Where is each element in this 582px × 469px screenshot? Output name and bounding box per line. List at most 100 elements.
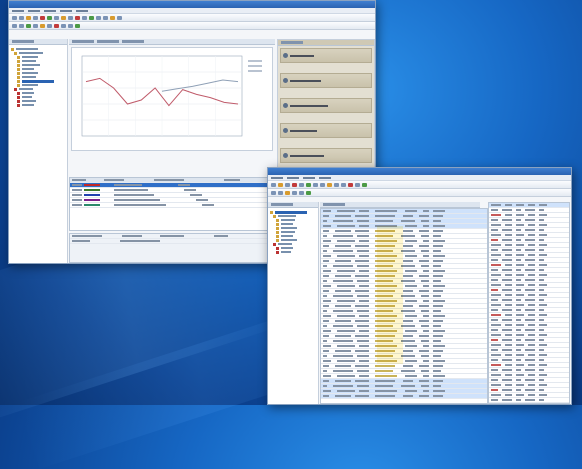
document-tab[interactable] [323, 203, 345, 206]
open-icon[interactable] [19, 15, 24, 20]
task-panel-tab[interactable] [281, 41, 303, 44]
table-cell [528, 344, 535, 346]
tool-icon[interactable] [117, 15, 122, 20]
table-cell [335, 350, 351, 352]
tool-icon[interactable] [68, 15, 73, 20]
tool-icon[interactable] [341, 182, 346, 187]
table-cell [423, 285, 429, 287]
stop-icon[interactable] [40, 15, 45, 20]
task-panel-header [278, 40, 374, 46]
table-cell [421, 325, 429, 327]
document-tabstrip [69, 39, 275, 45]
tree-tab[interactable] [271, 203, 293, 206]
menu-item[interactable] [271, 176, 283, 179]
table-cell [333, 265, 353, 267]
tool-icon[interactable] [54, 15, 59, 20]
tool-icon[interactable] [110, 15, 115, 20]
menu-item[interactable] [60, 9, 72, 12]
tool-icon[interactable] [306, 182, 311, 187]
menu-item[interactable] [319, 176, 331, 179]
tool-icon[interactable] [334, 182, 339, 187]
table-cell [423, 390, 429, 392]
tool-icon[interactable] [82, 15, 87, 20]
tool-icon[interactable] [103, 15, 108, 20]
folder-icon[interactable] [26, 15, 31, 20]
tool-icon[interactable] [327, 182, 332, 187]
table-cell [516, 289, 521, 291]
save-icon[interactable] [33, 15, 38, 20]
table-cell [433, 395, 443, 397]
table-row[interactable] [321, 394, 487, 399]
tool-icon[interactable] [348, 182, 353, 187]
folder-icon[interactable] [278, 182, 283, 187]
table-cell [539, 394, 547, 396]
tool-icon[interactable] [12, 23, 17, 28]
table-cell [333, 235, 353, 237]
tool-icon[interactable] [355, 182, 360, 187]
tool-icon[interactable] [40, 23, 45, 28]
tool-icon[interactable] [54, 23, 59, 28]
tool-icon[interactable] [278, 190, 283, 195]
tool-icon[interactable] [19, 23, 24, 28]
table-cell [403, 320, 413, 322]
task-panel-item[interactable] [280, 73, 372, 88]
document-tab[interactable] [122, 40, 144, 43]
tree-node[interactable] [270, 250, 318, 254]
tool-icon[interactable] [306, 190, 311, 195]
menu-item[interactable] [287, 176, 299, 179]
table-cell [491, 264, 501, 266]
task-panel-item[interactable] [280, 148, 372, 163]
tool-icon[interactable] [96, 15, 101, 20]
menu-item[interactable] [44, 9, 56, 12]
menu-item[interactable] [28, 9, 40, 12]
menu-item[interactable] [76, 9, 88, 12]
document-tab[interactable] [72, 40, 94, 43]
tool-icon[interactable] [271, 190, 276, 195]
task-panel-item[interactable] [280, 48, 372, 63]
menu-item[interactable] [12, 9, 24, 12]
tool-icon[interactable] [26, 23, 31, 28]
tool-icon[interactable] [271, 182, 276, 187]
run-icon[interactable] [47, 15, 52, 20]
tool-icon[interactable] [89, 15, 94, 20]
table-cell [375, 210, 397, 212]
tool-icon[interactable] [299, 182, 304, 187]
tool-icon[interactable] [61, 15, 66, 20]
menu-item[interactable] [303, 176, 315, 179]
tool-icon[interactable] [61, 23, 66, 28]
table-cell [375, 395, 395, 397]
toolbar-row-2 [9, 22, 375, 30]
tool-icon[interactable] [75, 23, 80, 28]
tool-icon[interactable] [292, 190, 297, 195]
table-cell [491, 349, 498, 351]
table-cell [528, 294, 535, 296]
series-value [184, 189, 196, 191]
task-panel-item[interactable] [280, 98, 372, 113]
tool-icon[interactable] [299, 190, 304, 195]
series-row[interactable] [70, 203, 276, 208]
tool-icon[interactable] [33, 23, 38, 28]
tool-icon[interactable] [75, 15, 80, 20]
task-panel-item[interactable] [280, 123, 372, 138]
save-icon[interactable] [285, 182, 290, 187]
table-cell [502, 359, 512, 361]
table-cell [419, 245, 429, 247]
tool-icon[interactable] [285, 190, 290, 195]
tool-icon[interactable] [292, 182, 297, 187]
table-cell [539, 349, 544, 351]
document-tab[interactable] [97, 40, 119, 43]
tool-icon[interactable] [68, 23, 73, 28]
tree-tab[interactable] [12, 40, 34, 43]
tree-node[interactable] [11, 103, 67, 107]
table-cell [502, 299, 512, 301]
table-cell [491, 389, 498, 391]
tool-icon[interactable] [362, 182, 367, 187]
table-cell [539, 249, 544, 251]
new-icon[interactable] [12, 15, 17, 20]
tool-icon[interactable] [313, 182, 318, 187]
tool-icon[interactable] [47, 23, 52, 28]
table-cell [423, 270, 429, 272]
tool-icon[interactable] [320, 182, 325, 187]
table-cell [491, 344, 501, 346]
table-cell [505, 214, 512, 216]
